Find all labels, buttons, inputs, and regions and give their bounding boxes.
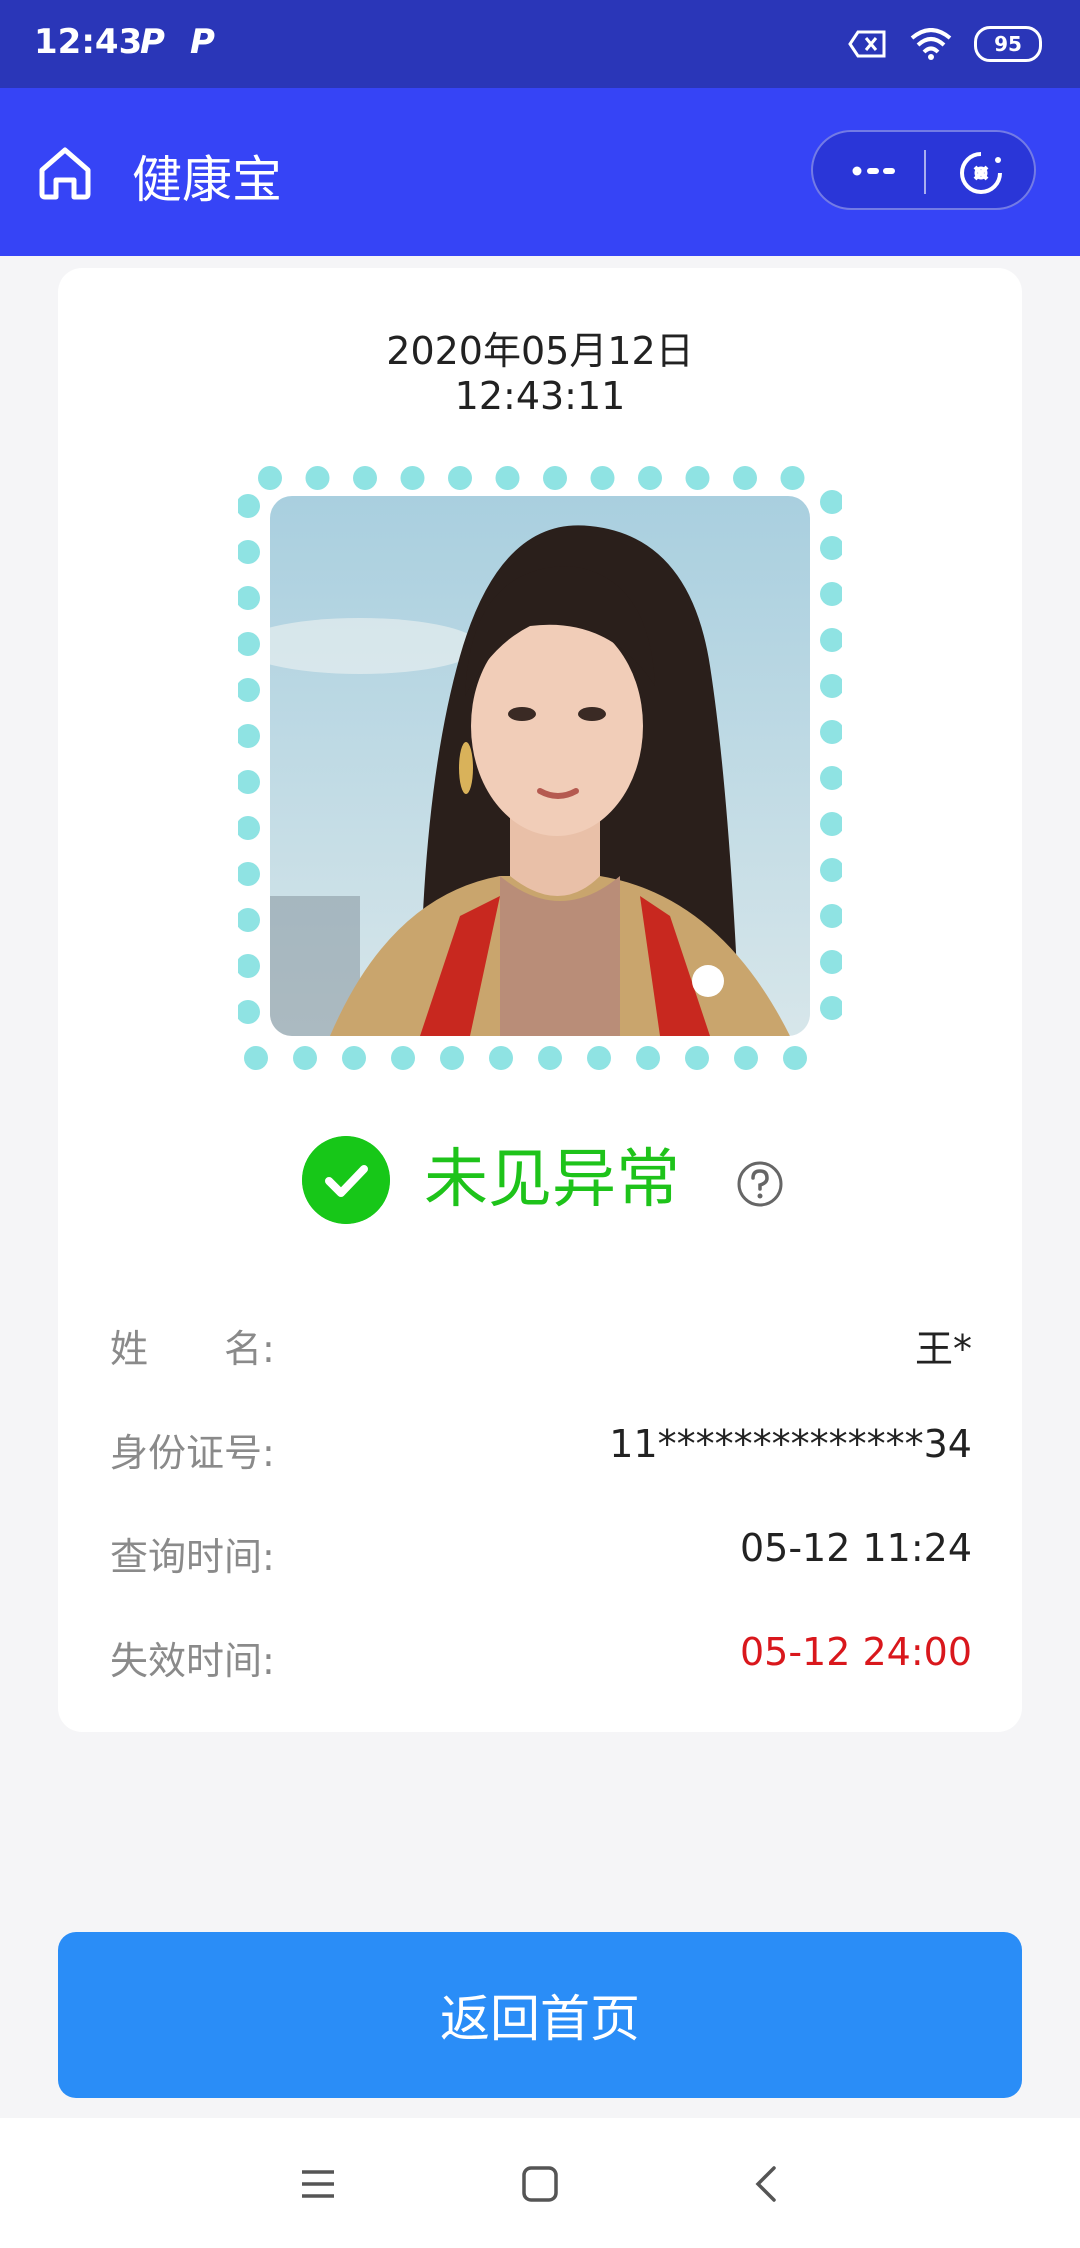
frame-dot xyxy=(734,1046,758,1070)
frame-dot xyxy=(258,466,282,490)
frame-dot xyxy=(391,1046,415,1070)
frame-dot xyxy=(238,770,260,794)
frame-dot xyxy=(238,540,260,564)
frame-dot xyxy=(636,1046,660,1070)
frame-dot xyxy=(638,466,662,490)
back-icon[interactable] xyxy=(746,2162,790,2206)
app-title: 健康宝 xyxy=(132,151,282,209)
frame-dot xyxy=(543,466,567,490)
info-row-query-time: 查询时间: 05-12 11:24 xyxy=(110,1526,972,1586)
frame-dot xyxy=(780,466,805,490)
name-value: 王* xyxy=(914,1327,972,1371)
status-time: 12:43 xyxy=(34,22,143,62)
frame-dot xyxy=(238,908,260,932)
battery-icon: 95 xyxy=(974,26,1042,62)
frame-dot xyxy=(238,724,260,748)
frame-dot xyxy=(820,858,842,882)
frame-dot xyxy=(820,812,842,836)
status-bar: 12:43 P P 95 xyxy=(0,0,1080,88)
time-label: 12:43:11 xyxy=(454,374,626,418)
frame-dot xyxy=(238,678,260,702)
wifi-icon xyxy=(910,28,952,60)
home-square-icon[interactable] xyxy=(518,2162,562,2206)
frame-dot xyxy=(489,1046,513,1070)
frame-dot xyxy=(538,1046,562,1070)
frame-dot xyxy=(440,1046,464,1070)
frame-dot xyxy=(238,862,260,886)
frame-dot xyxy=(238,1000,260,1024)
expire-time-value: 05-12 24:00 xyxy=(739,1630,972,1674)
frame-dot xyxy=(820,720,842,744)
info-row-name: 姓 名: 王* xyxy=(110,1318,972,1378)
name-label: 姓 名: xyxy=(110,1327,275,1371)
frame-dot xyxy=(733,466,757,490)
query-time-label: 查询时间: xyxy=(110,1535,275,1579)
back-home-button[interactable]: 返回首页 xyxy=(58,1932,1022,2098)
frame-dot xyxy=(342,1046,366,1070)
help-icon[interactable] xyxy=(736,1160,784,1208)
frame-dot xyxy=(448,466,472,490)
home-icon[interactable] xyxy=(36,144,94,202)
frame-dot xyxy=(590,466,615,490)
date-label: 2020年05月12日 xyxy=(386,329,694,373)
frame-dot xyxy=(820,536,842,560)
app-header: 健康宝 xyxy=(0,88,1080,256)
notification-p-icon: P xyxy=(140,22,165,62)
frame-dot xyxy=(238,586,260,610)
frame-dot xyxy=(820,490,842,514)
frame-dot xyxy=(820,766,842,790)
id-value: 11**************34 xyxy=(609,1422,972,1466)
sim-off-icon xyxy=(848,30,886,58)
frame-dot xyxy=(353,466,377,490)
frame-dot xyxy=(820,904,842,928)
frame-dot xyxy=(685,466,710,490)
frame-dot xyxy=(685,1046,709,1070)
frame-dot xyxy=(820,582,842,606)
frame-dot xyxy=(293,1046,317,1070)
frame-dot xyxy=(820,674,842,698)
frame-dot xyxy=(238,632,260,656)
info-row-id: 身份证号: 11**************34 xyxy=(110,1422,972,1482)
query-time-value: 05-12 11:24 xyxy=(739,1526,972,1570)
frame-dot xyxy=(587,1046,611,1070)
notification-p-icon: P xyxy=(190,22,215,62)
frame-dot xyxy=(238,816,260,840)
user-photo xyxy=(270,496,810,1036)
frame-dot xyxy=(820,996,842,1020)
frame-dot xyxy=(244,1046,268,1070)
info-row-expire-time: 失效时间: 05-12 24:00 xyxy=(110,1630,972,1690)
check-circle-icon xyxy=(302,1136,390,1224)
id-label: 身份证号: xyxy=(110,1431,275,1475)
system-nav-bar xyxy=(0,2118,1080,2248)
capsule-divider xyxy=(924,150,926,194)
frame-dot xyxy=(495,466,520,490)
status-text: 未见异常 xyxy=(424,1143,680,1217)
health-status: 未见异常 xyxy=(58,1130,1022,1230)
mini-program-capsule xyxy=(811,130,1036,210)
frame-dot xyxy=(400,466,425,490)
frame-dot xyxy=(238,954,260,978)
health-card: 2020年05月12日 12:43:11 未见异常 姓 名: 王* 身份证号: … xyxy=(58,268,1022,1732)
menu-icon[interactable] xyxy=(296,2162,340,2206)
close-icon[interactable] xyxy=(958,150,1004,196)
expire-time-label: 失效时间: xyxy=(110,1639,275,1683)
frame-dot xyxy=(820,628,842,652)
more-icon[interactable] xyxy=(849,156,901,186)
frame-dot xyxy=(783,1046,807,1070)
frame-dot xyxy=(820,950,842,974)
frame-dot xyxy=(305,466,330,490)
frame-dot xyxy=(238,494,260,518)
